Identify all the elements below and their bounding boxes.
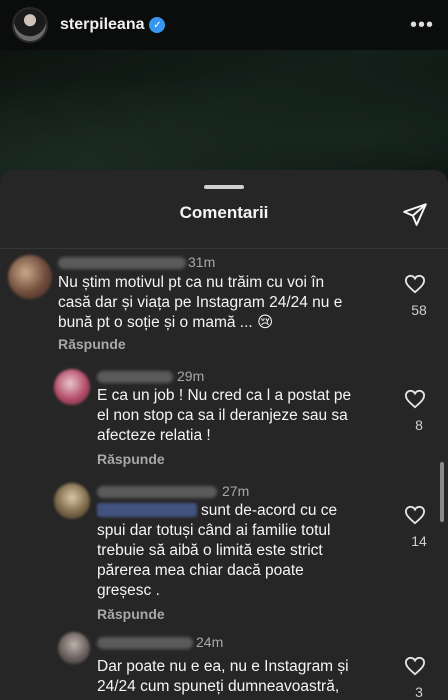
reply-button[interactable]: Răspunde: [97, 451, 165, 467]
comment-text: Dar poate nu e ea, nu e Instagram și 24/…: [97, 657, 397, 697]
comment-item: 31m Nu știm motivul pt ca nu trăim cu vo…: [0, 250, 448, 360]
commenter-name[interactable]: [58, 257, 186, 269]
more-options-icon[interactable]: •••: [410, 14, 434, 37]
heart-icon[interactable]: [404, 389, 426, 409]
post-media: [0, 50, 448, 190]
comment-line: trebuie să aibă o limită este strict: [97, 542, 323, 559]
comment-line: el non stop ca sa il deranjeze sau sa: [97, 407, 348, 424]
commenter-avatar[interactable]: [54, 483, 90, 519]
commenter-name[interactable]: [97, 637, 193, 649]
comment-line: afecteze relatia !: [97, 427, 211, 444]
comment-line: bună pt o soție și o mamă ... 😢: [58, 314, 274, 331]
like-count: 8: [415, 417, 423, 433]
commenter-avatar[interactable]: [58, 632, 90, 664]
send-icon[interactable]: [402, 201, 428, 227]
comment-line: spui dar totuși când ai familie totul: [97, 522, 331, 539]
heart-icon[interactable]: [404, 505, 426, 525]
post-username[interactable]: sterpileana: [60, 16, 144, 34]
commenter-avatar[interactable]: [54, 369, 90, 405]
comment-time: 29m: [177, 368, 205, 384]
drag-handle[interactable]: [204, 185, 244, 189]
comment-line: greșesc .: [97, 582, 160, 599]
reply-button[interactable]: Răspunde: [97, 606, 165, 622]
heart-icon[interactable]: [404, 274, 426, 294]
comment-line: E ca un job ! Nu cred ca l a postat pe: [97, 387, 352, 404]
comment-line: părerea mea chiar dacă poate: [97, 562, 304, 579]
comment-time: 31m: [188, 254, 216, 270]
commenter-name[interactable]: [97, 486, 217, 498]
comment-line: casă dar și viața pe Instagram 24/24 nu …: [58, 294, 343, 311]
comment-time: 24m: [196, 634, 224, 650]
commenter-avatar[interactable]: [8, 255, 52, 299]
like-count: 3: [415, 684, 423, 700]
comments-sheet: Comentarii 31m Nu știm motivul pt ca nu …: [0, 170, 448, 700]
comment-line: sunt de-acord cu ce: [201, 502, 338, 519]
reply-item: 24m Dar poate nu e ea, nu e Instagram și…: [0, 632, 448, 700]
verified-badge-icon: ✓: [149, 17, 166, 33]
comments-title: Comentarii: [179, 203, 269, 222]
reply-button[interactable]: Răspunde: [58, 336, 126, 352]
comment-time: 27m: [222, 483, 250, 499]
like-count: 58: [411, 302, 427, 318]
comment-line: Nu știm motivul pt ca nu trăim cu voi în: [58, 274, 325, 291]
heart-icon[interactable]: [404, 656, 426, 676]
comment-text: Nu știm motivul pt ca nu trăim cu voi în…: [58, 273, 388, 333]
comment-line: 24/24 cum spuneți dumneavoastră,: [97, 678, 340, 695]
post-author-avatar[interactable]: [12, 7, 48, 43]
post-header: sterpileana ✓ •••: [0, 0, 448, 50]
reply-item: 27m sunt de-acord cu ce spui dar totuși …: [0, 481, 448, 631]
reply-item: 29m E ca un job ! Nu cred ca l a postat …: [0, 365, 448, 475]
comment-text: sunt de-acord cu ce spui dar totuși când…: [97, 501, 387, 601]
sheet-divider: [0, 248, 448, 249]
mention-tag[interactable]: [97, 503, 197, 517]
comment-line: Dar poate nu e ea, nu e Instagram și: [97, 658, 349, 675]
comment-text: E ca un job ! Nu cred ca l a postat pe e…: [97, 386, 387, 446]
like-count: 14: [411, 533, 427, 549]
commenter-name[interactable]: [97, 371, 173, 383]
